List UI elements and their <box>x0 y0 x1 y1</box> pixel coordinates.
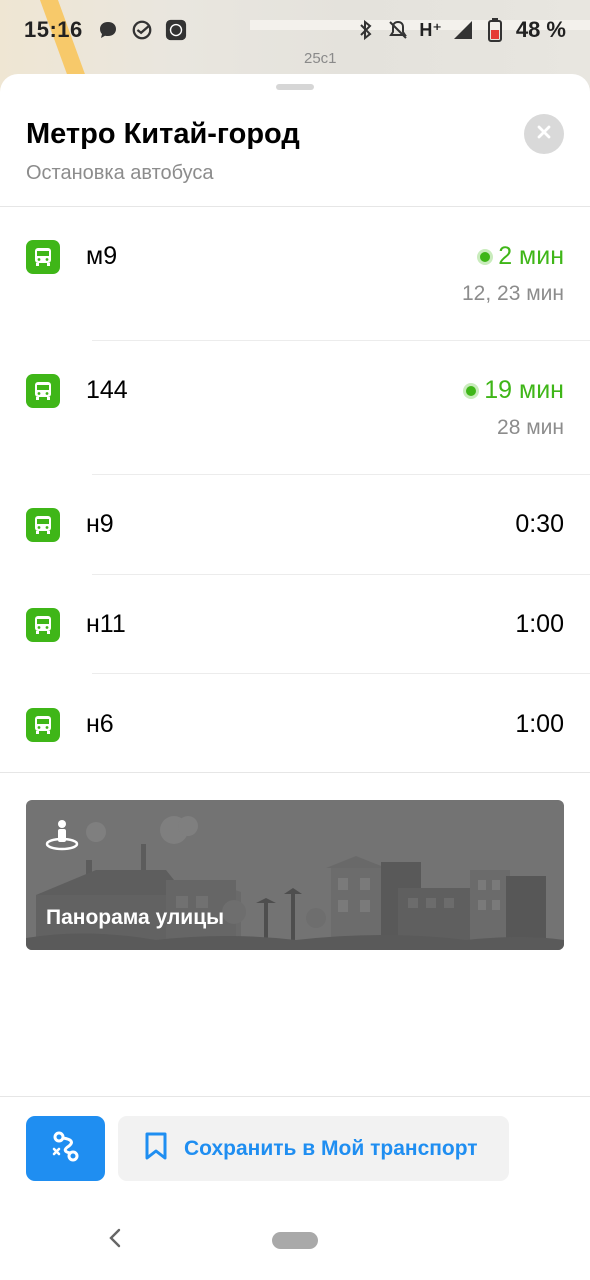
next-arrivals: 12, 23 мин <box>462 282 564 305</box>
home-button[interactable] <box>272 1232 318 1249</box>
route-row-144[interactable]: 144 19 мин 28 мин <box>0 372 590 452</box>
live-indicator-icon <box>480 251 491 262</box>
route-separator <box>92 340 590 341</box>
bus-icon <box>26 608 60 642</box>
bus-icon <box>26 374 60 408</box>
street-panorama-card[interactable]: Панорама улицы <box>26 800 564 950</box>
battery-icon <box>484 18 506 42</box>
sheet-grabber[interactable] <box>276 84 314 90</box>
signal-icon <box>452 19 474 41</box>
stop-title: Метро Китай-город <box>26 118 300 150</box>
panorama-label: Панорама улицы <box>46 906 225 929</box>
close-icon <box>537 125 551 144</box>
route-separator <box>92 574 590 575</box>
status-indicators: H⁺ 48 % <box>355 17 566 43</box>
close-button[interactable] <box>524 114 564 154</box>
network-type: H⁺ <box>419 19 442 40</box>
route-row-n9[interactable]: н9 0:30 <box>0 506 590 546</box>
panorama-icon <box>44 818 80 854</box>
status-time: 15:16 <box>24 17 83 42</box>
back-button[interactable] <box>104 1228 126 1253</box>
sber-icon <box>131 19 153 41</box>
arrival-time-text: 19 мин <box>484 376 564 404</box>
route-row-m9[interactable]: м9 2 мин 12, 23 мин <box>0 238 590 318</box>
bus-icon <box>26 508 60 542</box>
departure-time: 0:30 <box>515 510 564 538</box>
route-separator <box>92 474 590 475</box>
arrival-time-text: 2 мин <box>498 242 564 270</box>
live-indicator-icon <box>466 385 477 396</box>
save-button-label: Сохранить в Мой транспорт <box>184 1136 478 1160</box>
route-number: н11 <box>86 610 126 638</box>
departure-time: 1:00 <box>515 610 564 638</box>
chat-icon <box>97 19 119 41</box>
bluetooth-icon <box>355 19 377 41</box>
route-button[interactable] <box>26 1116 105 1181</box>
route-icon <box>49 1129 83 1168</box>
status-bar: 15:16 H⁺ 48 % <box>0 0 590 60</box>
next-arrivals: 28 мин <box>497 416 564 439</box>
route-number: 144 <box>86 376 128 404</box>
back-icon <box>108 1228 122 1253</box>
arrival-time: 2 мин <box>480 242 564 271</box>
save-to-my-transport-button[interactable]: Сохранить в Мой транспорт <box>118 1116 509 1181</box>
divider <box>0 1096 590 1097</box>
app-icon <box>165 19 187 41</box>
route-separator <box>92 673 590 674</box>
route-number: м9 <box>86 242 118 270</box>
departure-time: 1:00 <box>515 710 564 738</box>
route-row-n11[interactable]: н11 1:00 <box>0 606 590 646</box>
route-number: н9 <box>86 510 114 538</box>
battery-percent: 48 % <box>515 17 566 42</box>
route-number: н6 <box>86 710 114 738</box>
stop-card: Метро Китай-город Остановка автобуса м9 … <box>0 74 590 1280</box>
arrival-time: 19 мин <box>466 376 564 405</box>
divider <box>0 772 590 773</box>
divider <box>0 206 590 207</box>
notification-icons <box>97 19 187 41</box>
stop-subtitle: Остановка автобуса <box>26 162 214 184</box>
bus-icon <box>26 708 60 742</box>
bus-icon <box>26 240 60 274</box>
bell-off-icon <box>387 19 409 41</box>
bookmark-icon <box>144 1132 168 1165</box>
route-row-n6[interactable]: н6 1:00 <box>0 706 590 746</box>
